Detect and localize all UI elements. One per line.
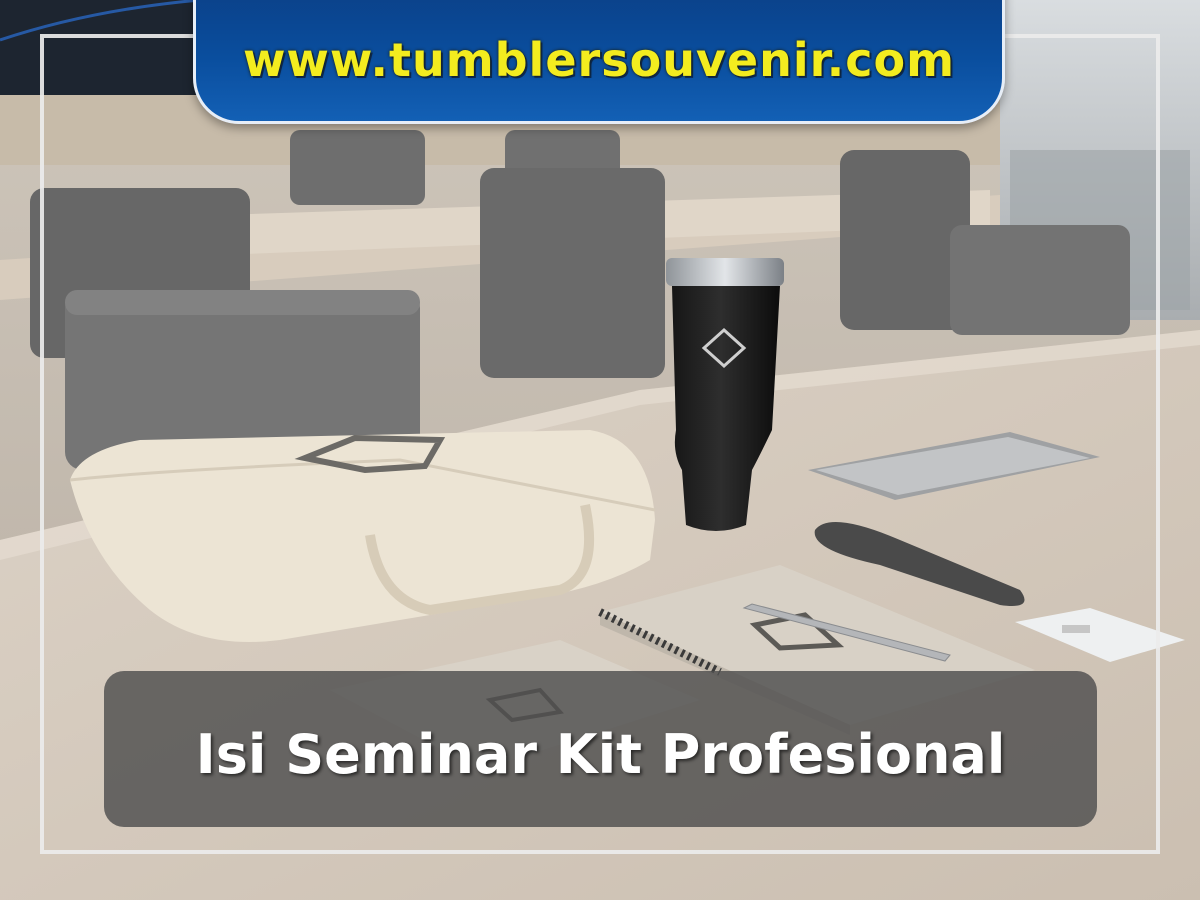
caption-box: Isi Seminar Kit Profesional — [104, 671, 1097, 827]
website-url-banner: www.tumblersouvenir.com — [193, 0, 1005, 124]
caption-title: Isi Seminar Kit Profesional — [195, 723, 1006, 786]
website-url-text: www.tumblersouvenir.com — [242, 33, 956, 87]
